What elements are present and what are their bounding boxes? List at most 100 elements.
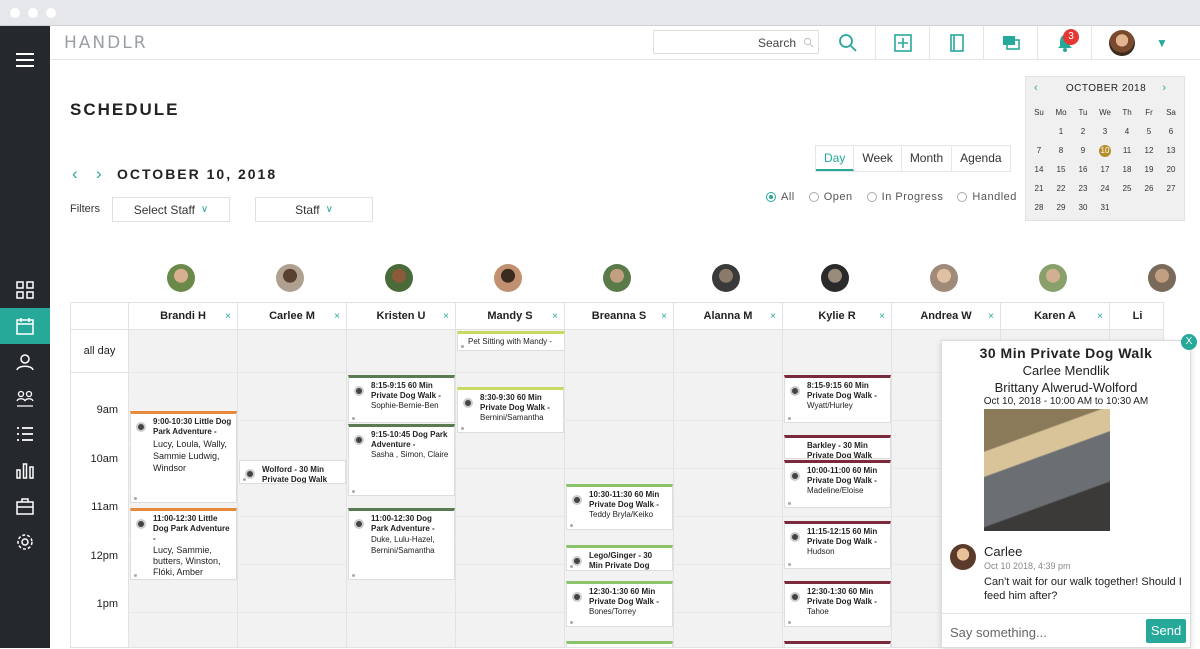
briefcase-icon[interactable] bbox=[0, 488, 50, 524]
mini-cal-day[interactable]: 10 bbox=[1099, 145, 1111, 157]
mini-cal-next-icon[interactable]: › bbox=[1162, 82, 1166, 94]
notebook-button[interactable] bbox=[929, 26, 983, 60]
staff-icon[interactable] bbox=[0, 380, 50, 416]
filter-all[interactable]: All bbox=[766, 191, 795, 203]
filter-in-progress[interactable]: In Progress bbox=[866, 191, 944, 203]
event-card[interactable] bbox=[784, 641, 891, 647]
mini-cal-day[interactable]: 2 bbox=[1072, 126, 1094, 138]
search-button[interactable] bbox=[821, 26, 875, 60]
remove-column-icon[interactable]: × bbox=[770, 303, 776, 330]
event-card[interactable]: 11:15-12:15 60 Min Private Dog Walk - Hud… bbox=[784, 521, 891, 569]
event-card[interactable]: 11:00-12:30 Little Dog Park Adventure -L… bbox=[130, 508, 237, 580]
staff-avatar[interactable] bbox=[167, 264, 195, 292]
remove-column-icon[interactable]: × bbox=[334, 303, 340, 330]
event-card[interactable] bbox=[566, 641, 673, 647]
mini-cal-day[interactable]: 12 bbox=[1138, 145, 1160, 157]
remove-column-icon[interactable]: × bbox=[443, 303, 449, 330]
menu-icon[interactable] bbox=[0, 42, 50, 78]
mini-cal-day[interactable]: 11 bbox=[1116, 145, 1138, 157]
mini-cal-day[interactable]: 25 bbox=[1116, 183, 1138, 195]
mini-cal-day[interactable]: 21 bbox=[1028, 183, 1050, 195]
staff-avatar[interactable] bbox=[930, 264, 958, 292]
mini-cal-day[interactable]: 5 bbox=[1138, 126, 1160, 138]
mini-cal-day[interactable]: 22 bbox=[1050, 183, 1072, 195]
remove-column-icon[interactable]: × bbox=[225, 303, 231, 330]
mini-cal-day[interactable]: 16 bbox=[1072, 164, 1094, 176]
event-card[interactable]: Barkley - 30 Min Private Dog Walk bbox=[784, 435, 891, 459]
tab-day[interactable]: Day bbox=[816, 146, 855, 171]
event-card[interactable]: 11:00-12:30 Dog Park Adventure - Duke, Lu… bbox=[348, 508, 455, 580]
staff-avatar[interactable] bbox=[494, 264, 522, 292]
remove-column-icon[interactable]: × bbox=[988, 303, 994, 330]
search-input[interactable]: Search bbox=[653, 30, 819, 54]
remove-column-icon[interactable]: × bbox=[661, 303, 667, 330]
staff-avatar[interactable] bbox=[712, 264, 740, 292]
remove-column-icon[interactable]: × bbox=[552, 303, 558, 330]
mini-cal-day[interactable]: 15 bbox=[1050, 164, 1072, 176]
mini-cal-day[interactable]: 28 bbox=[1028, 202, 1050, 214]
mini-cal-day[interactable]: 13 bbox=[1160, 145, 1182, 157]
dashboard-icon[interactable] bbox=[0, 272, 50, 308]
filter-handled[interactable]: Handled bbox=[957, 191, 1016, 203]
filter-open[interactable]: Open bbox=[808, 191, 853, 203]
event-card[interactable]: Lego/Ginger - 30 Min Private Dog Walk bbox=[566, 545, 673, 571]
event-card[interactable]: 9:00-10:30 Little Dog Park Adventure - Lu… bbox=[130, 411, 237, 503]
mini-cal-day[interactable]: 27 bbox=[1160, 183, 1182, 195]
remove-column-icon[interactable]: × bbox=[1097, 303, 1103, 330]
mini-cal-day[interactable]: 30 bbox=[1072, 202, 1094, 214]
event-card[interactable]: 12:30-1:30 60 Min Private Dog Walk - Bone… bbox=[566, 581, 673, 627]
notifications-button[interactable]: 3 bbox=[1037, 26, 1091, 60]
staff-avatar[interactable] bbox=[821, 264, 849, 292]
mini-cal-day[interactable]: 20 bbox=[1160, 164, 1182, 176]
client-icon[interactable] bbox=[0, 344, 50, 380]
mini-cal-day[interactable]: 19 bbox=[1138, 164, 1160, 176]
mini-cal-day[interactable]: 1 bbox=[1050, 126, 1072, 138]
select-staff-dropdown[interactable]: Select Staff ∨ bbox=[112, 197, 230, 222]
tab-week[interactable]: Week bbox=[854, 146, 902, 171]
messages-button[interactable] bbox=[983, 26, 1037, 60]
comment-input[interactable]: Say something... Send bbox=[942, 613, 1192, 649]
event-card[interactable]: 8:30-9:30 60 Min Private Dog Walk - Berni… bbox=[457, 387, 564, 433]
staff-dropdown[interactable]: Staff ∨ bbox=[255, 197, 373, 222]
staff-avatar[interactable] bbox=[385, 264, 413, 292]
event-card[interactable]: 10:00-11:00 60 Min Private Dog Walk - Mad… bbox=[784, 460, 891, 508]
send-button[interactable]: Send bbox=[1146, 619, 1186, 643]
mini-cal-day[interactable]: 4 bbox=[1116, 126, 1138, 138]
event-card[interactable]: Wolford - 30 Min Private Dog Walk bbox=[239, 460, 346, 484]
mini-cal-day[interactable]: 18 bbox=[1116, 164, 1138, 176]
mini-cal-day[interactable]: 24 bbox=[1094, 183, 1116, 195]
prev-day-icon[interactable]: ‹ bbox=[72, 164, 78, 184]
mini-cal-day[interactable]: 17 bbox=[1094, 164, 1116, 176]
list-icon[interactable] bbox=[0, 416, 50, 452]
user-menu-button[interactable] bbox=[1091, 26, 1151, 60]
next-day-icon[interactable]: › bbox=[96, 164, 102, 184]
allday-event[interactable]: Pet Sitting with Mandy - bbox=[457, 331, 565, 351]
mini-cal-day[interactable]: 26 bbox=[1138, 183, 1160, 195]
reports-icon[interactable] bbox=[0, 452, 50, 488]
mini-cal-day[interactable]: 14 bbox=[1028, 164, 1050, 176]
event-card[interactable]: 10:30-11:30 60 Min Private Dog Walk - Ted… bbox=[566, 484, 673, 530]
event-card[interactable]: 12:30-1:30 60 Min Private Dog Walk - Taho… bbox=[784, 581, 891, 627]
tab-month[interactable]: Month bbox=[902, 146, 953, 171]
close-popup-button[interactable]: X bbox=[1181, 334, 1197, 350]
staff-avatar[interactable] bbox=[1039, 264, 1067, 292]
chevron-down-icon[interactable]: ▼ bbox=[1156, 36, 1168, 50]
mini-cal-day[interactable]: 9 bbox=[1072, 145, 1094, 157]
tab-agenda[interactable]: Agenda bbox=[952, 146, 1009, 171]
mini-cal-day[interactable]: 23 bbox=[1072, 183, 1094, 195]
staff-avatar[interactable] bbox=[1148, 264, 1176, 292]
mini-cal-day[interactable]: 31 bbox=[1094, 202, 1116, 214]
staff-avatar[interactable] bbox=[603, 264, 631, 292]
event-card[interactable]: 8:15-9:15 60 Min Private Dog Walk - Sophi… bbox=[348, 375, 455, 423]
settings-icon[interactable] bbox=[0, 524, 50, 560]
mini-cal-day[interactable]: 8 bbox=[1050, 145, 1072, 157]
mini-cal-day[interactable]: 6 bbox=[1160, 126, 1182, 138]
event-card[interactable]: 9:15-10:45 Dog Park Adventure - Sasha , S… bbox=[348, 424, 455, 496]
mini-cal-day[interactable]: 29 bbox=[1050, 202, 1072, 214]
staff-avatar[interactable] bbox=[276, 264, 304, 292]
mini-cal-day[interactable]: 7 bbox=[1028, 145, 1050, 157]
add-button[interactable] bbox=[875, 26, 929, 60]
calendar-icon[interactable] bbox=[0, 308, 50, 344]
remove-column-icon[interactable]: × bbox=[879, 303, 885, 330]
mini-cal-day[interactable]: 3 bbox=[1094, 126, 1116, 138]
